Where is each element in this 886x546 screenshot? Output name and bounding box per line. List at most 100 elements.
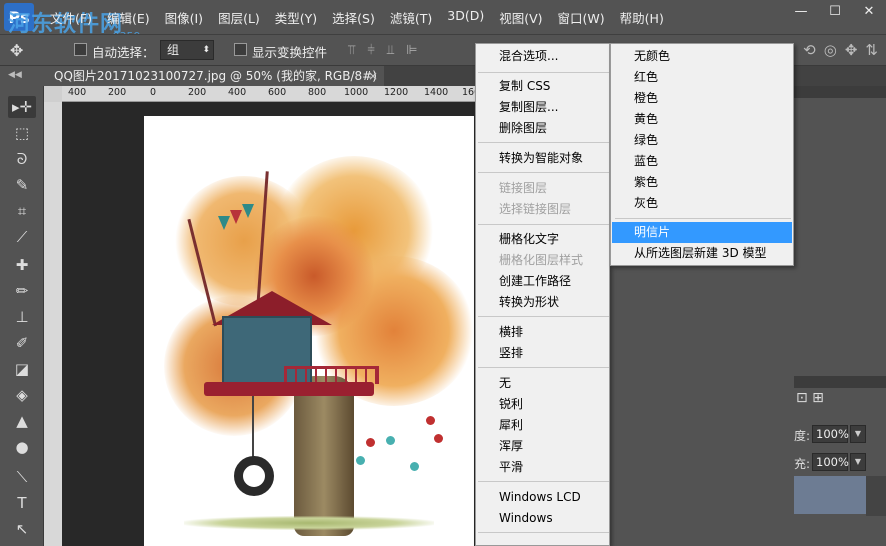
sub-postcard[interactable]: 明信片 [612,222,792,243]
ctx-aa-crisp[interactable]: 犀利 [476,415,609,436]
menu-select[interactable]: 选择(S) [332,8,375,27]
align-icons: ⫪ ⫩ ⫫ ⊫ [348,43,417,58]
3d-pan-icon[interactable]: ✥ [845,41,858,59]
menu-window[interactable]: 窗口(W) [558,8,605,27]
path-select-tool-icon[interactable]: ↖ [8,518,36,540]
eyedropper-tool-icon[interactable]: ⟋ [8,226,36,248]
selected-layer-row[interactable] [794,476,866,514]
ctx-aa-none[interactable]: 无 [476,373,609,394]
opacity-dropdown-icon[interactable]: ▼ [850,425,866,443]
align-bottom-icon[interactable]: ⫫ [387,43,394,58]
show-transform-checkbox[interactable] [234,43,247,56]
move-tool-icon[interactable]: ✥ [10,41,23,60]
ctx-create-work-path[interactable]: 创建工作路径 [476,271,609,292]
menu-3d[interactable]: 3D(D) [447,8,484,27]
lasso-tool-icon[interactable]: ᘐ [8,148,36,170]
tab-close-icon[interactable]: × [368,66,378,86]
ctx-aa-smooth[interactable]: 平滑 [476,457,609,478]
dodge-tool-icon[interactable]: ● [8,436,36,458]
sub-red[interactable]: 红色 [612,67,792,88]
sub-yellow[interactable]: 黄色 [612,109,792,130]
auto-select-dropdown[interactable]: 组 ⬍ [160,40,214,60]
ctx-horizontal[interactable]: 横排 [476,322,609,343]
menu-layer[interactable]: 图层(L) [218,8,260,27]
horizontal-ruler[interactable]: 400 200 0 200 400 600 800 1000 1200 1400… [62,86,486,102]
healing-brush-tool-icon[interactable]: ✚ [8,254,36,276]
layers-scrollbar[interactable] [866,476,886,516]
ctx-link-layers: 链接图层 [499,181,548,195]
canvas-area[interactable] [62,102,486,546]
ctx-rasterize-type[interactable]: 栅格化文字 [476,229,609,250]
color-submenu: 无颜色 红色 橙色 黄色 绿色 蓝色 紫色 灰色 明信片 从所选图层新建 3D … [610,43,794,266]
menu-separator [615,218,791,219]
ctx-aa-strong[interactable]: 浑厚 [476,436,609,457]
opacity-label: 度: [794,429,811,443]
type-tool-icon[interactable]: T [8,492,36,514]
bunting-flag [242,204,254,218]
ctx-windows-lcd[interactable]: Windows LCD [476,487,609,508]
menu-filter[interactable]: 滤镜(T) [390,8,432,27]
menu-help[interactable]: 帮助(H) [620,8,664,27]
3d-roll-icon[interactable]: ◎ [824,41,837,59]
align-vcenter-icon[interactable]: ⫩ [367,43,374,58]
main-menu: 文件(F) 编辑(E) 图像(I) 图层(L) 类型(Y) 选择(S) 滤镜(T… [50,8,679,27]
history-brush-tool-icon[interactable]: ✐ [8,332,36,354]
fill-dropdown-icon[interactable]: ▼ [850,453,866,471]
ctx-duplicate-layer[interactable]: 复制图层... [476,97,609,118]
pen-tool-icon[interactable]: ⟍ [8,466,36,488]
blur-tool-icon[interactable]: ▲ [8,410,36,432]
ctx-convert-smart-object[interactable]: 转换为智能对象 [476,148,609,169]
ruler-tick: 800 [308,87,327,98]
marquee-tool-icon[interactable]: ⬚ [8,122,36,144]
ctx-vertical[interactable]: 竖排 [476,343,609,364]
close-icon[interactable]: ✕ [852,0,886,22]
eraser-tool-icon[interactable]: ◪ [8,358,36,380]
layers-panel: ⊡ ⊞ 度: 100% ▼ 充: 100% ▼ [794,86,886,546]
ctx-rasterize-layer-style: 栅格化图层样式 [499,253,584,267]
brush-tool-icon[interactable]: ✏ [8,280,36,302]
document-canvas[interactable] [144,116,474,546]
sub-no-color[interactable]: 无颜色 [612,46,792,67]
crop-tool-icon[interactable]: ⌗ [8,200,36,222]
vertical-ruler[interactable] [44,102,62,546]
menu-type[interactable]: 类型(Y) [275,8,317,27]
ruler-origin[interactable] [44,86,62,102]
3d-orbit-icon[interactable]: ⟲ [803,41,816,59]
minimize-icon[interactable]: — [784,0,818,22]
ctx-convert-to-shape[interactable]: 转换为形状 [476,292,609,313]
panel-filter-icon[interactable]: ⊡ ⊞ [796,390,824,406]
ctx-delete-layer[interactable]: 删除图层 [476,118,609,139]
clone-stamp-tool-icon[interactable]: ⊥ [8,306,36,328]
bunting-flag [230,210,242,224]
panel-collapse-icon[interactable]: ◀◀ [8,70,22,80]
sub-orange[interactable]: 橙色 [612,88,792,109]
align-top-icon[interactable]: ⫪ [348,43,355,58]
ctx-copy-css[interactable]: 复制 CSS [476,76,609,97]
auto-select-checkbox[interactable] [74,43,87,56]
menu-file[interactable]: 文件(F) [50,8,92,27]
ctx-blending-options[interactable]: 混合选项... [476,46,609,67]
align-left-icon[interactable]: ⊫ [406,43,417,58]
ctx-aa-sharp[interactable]: 锐利 [476,394,609,415]
3d-slide-icon[interactable]: ⇅ [865,41,878,59]
sub-violet[interactable]: 紫色 [612,172,792,193]
tire-swing [234,456,274,496]
dropdown-arrow-icon: ⬍ [202,45,210,55]
fill-label: 充: [794,457,811,471]
sub-gray[interactable]: 灰色 [612,193,792,214]
quick-select-tool-icon[interactable]: ✎ [8,174,36,196]
menu-image[interactable]: 图像(I) [165,8,203,27]
paint-bucket-tool-icon[interactable]: ◈ [8,384,36,406]
sub-green[interactable]: 绿色 [612,130,792,151]
opacity-input[interactable]: 100% [812,425,849,443]
menu-separator [478,481,609,482]
move-tool-icon[interactable]: ▸✛ [8,96,36,118]
document-tab[interactable]: QQ图片20171023100727.jpg @ 50% (我的家, RGB/8… [44,66,384,103]
maximize-icon[interactable]: ☐ [818,0,852,22]
menu-view[interactable]: 视图(V) [499,8,542,27]
menu-edit[interactable]: 编辑(E) [107,8,150,27]
ctx-windows[interactable]: Windows [476,508,609,529]
sub-new-3d-from-layer[interactable]: 从所选图层新建 3D 模型 [612,243,792,264]
fill-input[interactable]: 100% [812,453,849,471]
sub-blue[interactable]: 蓝色 [612,151,792,172]
